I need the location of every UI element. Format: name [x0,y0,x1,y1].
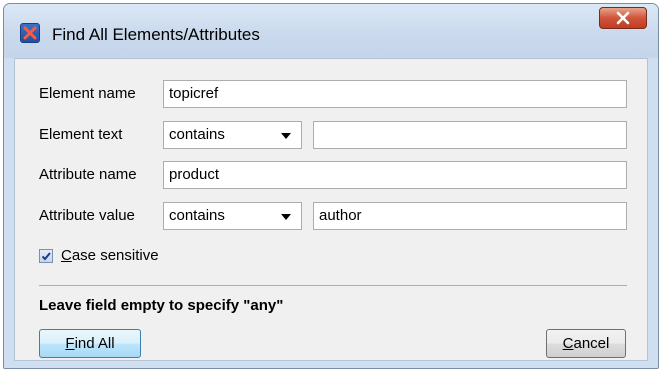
find-all-mnemonic: F [65,335,75,352]
checkmark-icon [41,252,51,261]
dialog-window: Find All Elements/Attributes Element nam… [3,3,659,369]
element-text-mode-select[interactable]: contains [163,121,302,149]
chevron-down-icon [281,214,291,220]
dialog-content: Element name topicref Element text conta… [14,58,648,361]
title-bar[interactable]: Find All Elements/Attributes [4,4,658,58]
case-sensitive-label-rest: ase sensitive [71,247,159,264]
cancel-mnemonic: C [562,335,574,352]
attribute-value-input[interactable]: author [313,202,627,230]
attribute-value-label: Attribute value [39,207,135,224]
close-button[interactable] [599,7,647,29]
chevron-down-icon [281,133,291,139]
element-name-input[interactable]: topicref [163,80,627,108]
cancel-button[interactable]: Cancel [546,329,626,358]
attribute-value-mode-value: contains [169,207,225,224]
app-icon [20,23,40,43]
find-all-label-rest: ind All [74,335,115,352]
element-text-label: Element text [39,126,123,143]
window-title: Find All Elements/Attributes [52,25,260,44]
separator [39,285,627,286]
attribute-value-mode-select[interactable]: contains [163,202,302,230]
case-sensitive-mnemonic: C [61,247,72,264]
find-all-button[interactable]: Find All [39,329,141,358]
attribute-name-label: Attribute name [39,166,137,183]
close-icon [616,11,630,25]
element-text-mode-value: contains [169,126,225,143]
attribute-name-input[interactable]: product [163,161,627,189]
element-name-label: Element name [39,85,136,102]
hint-text: Leave field empty to specify "any" [39,297,284,314]
element-text-input[interactable] [313,121,627,149]
case-sensitive-checkbox[interactable] [39,249,53,263]
cancel-label-rest: ancel [573,335,610,352]
case-sensitive-label[interactable]: Case sensitive [61,247,159,264]
